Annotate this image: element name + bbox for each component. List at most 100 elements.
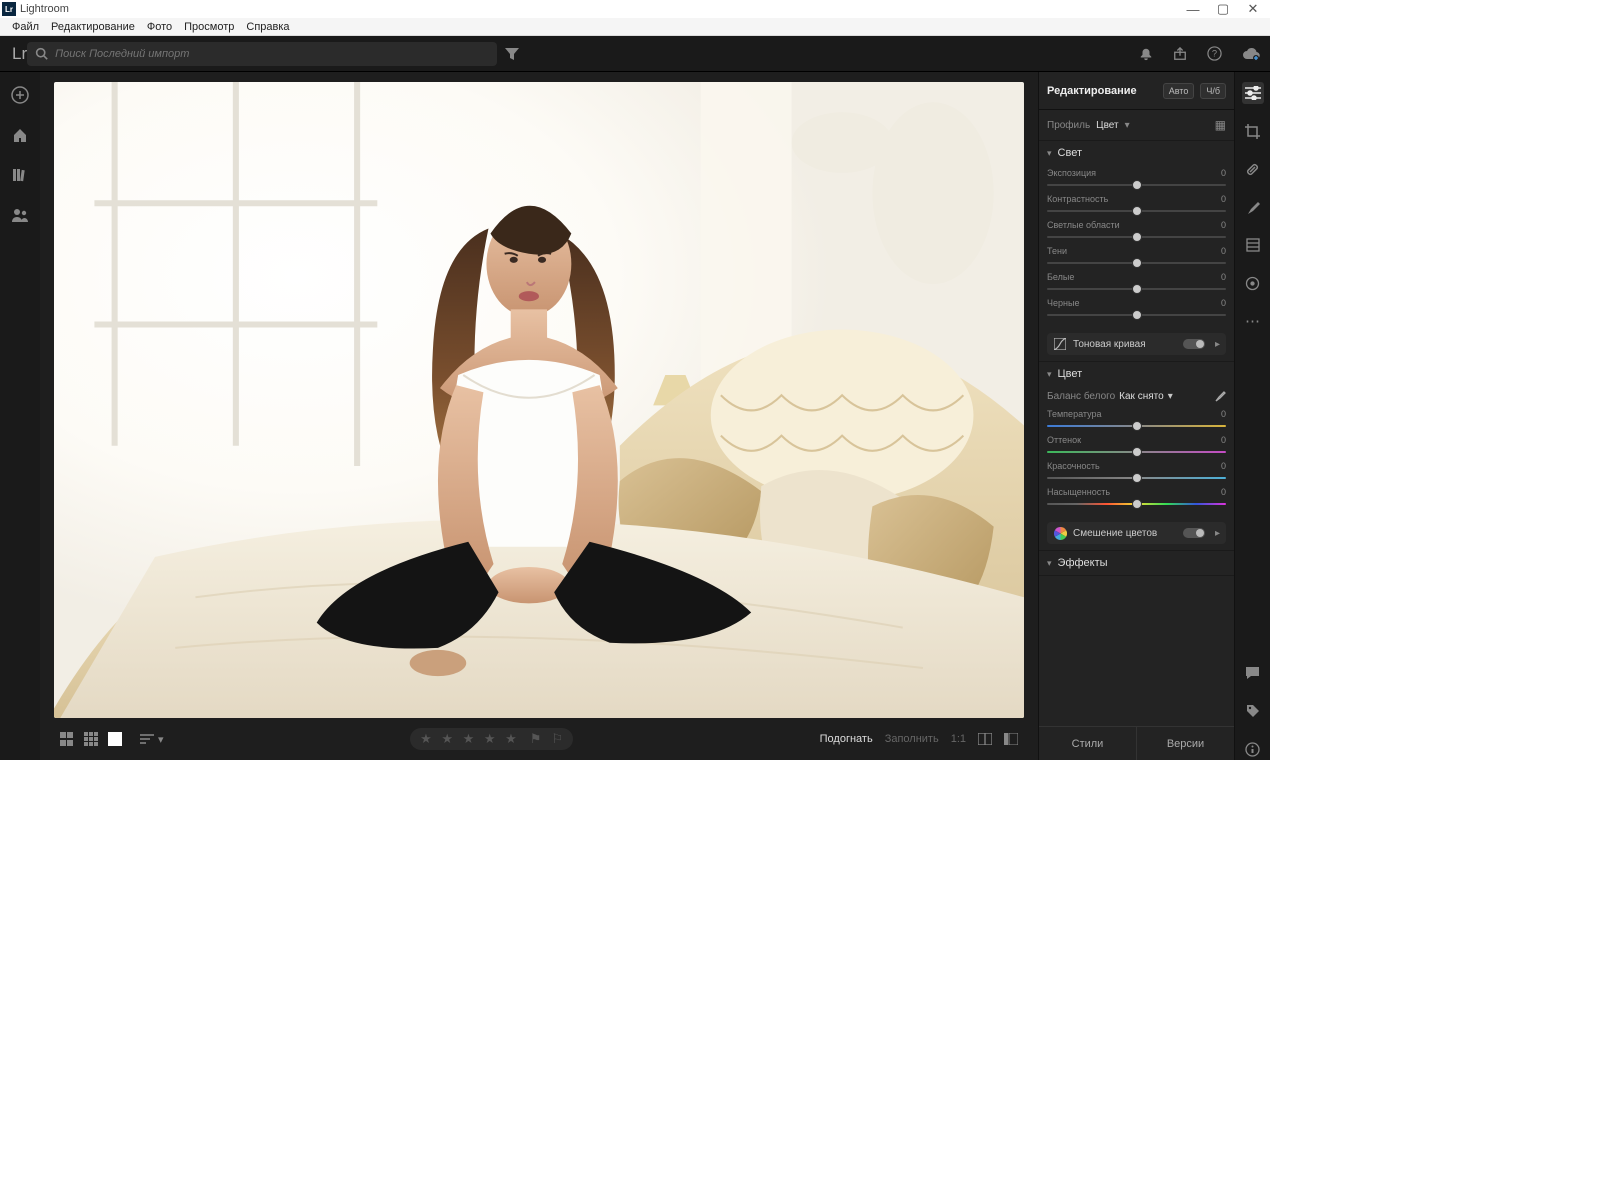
rating-stars[interactable]: ★ ★ ★ ★ ★ bbox=[420, 731, 520, 747]
flag-pick-icon[interactable]: ⚑ bbox=[530, 731, 542, 747]
section-light-header[interactable]: ▾ Свет bbox=[1039, 141, 1234, 165]
slider-thumb[interactable] bbox=[1132, 473, 1142, 483]
flag-reject-icon[interactable]: ⚐ bbox=[551, 731, 563, 747]
slider-highlights[interactable]: Светлые области0 bbox=[1047, 217, 1226, 243]
tab-styles[interactable]: Стили bbox=[1039, 727, 1136, 760]
slider-value: 0 bbox=[1221, 461, 1226, 471]
slider-thumb[interactable] bbox=[1132, 421, 1142, 431]
chevron-right-icon: ▸ bbox=[1215, 339, 1220, 350]
photo-canvas[interactable] bbox=[54, 82, 1024, 718]
canvas-area: ▾ ★ ★ ★ ★ ★ ⚑ ⚐ Подогнать Заполнить 1:1 bbox=[40, 72, 1038, 760]
maximize-button[interactable]: ▢ bbox=[1208, 1, 1238, 17]
slider-thumb[interactable] bbox=[1132, 258, 1142, 268]
slider-thumb[interactable] bbox=[1132, 232, 1142, 242]
edit-panel: Редактирование Авто Ч/б Профиль Цвет ▾ ▦… bbox=[1038, 72, 1234, 760]
zoom-fit-button[interactable]: Подогнать bbox=[820, 733, 873, 745]
filter-icon[interactable] bbox=[505, 48, 519, 60]
slider-blacks[interactable]: Черные0 bbox=[1047, 295, 1226, 321]
slider-temp[interactable]: Температура0 bbox=[1047, 406, 1226, 432]
menu-photo[interactable]: Фото bbox=[141, 21, 178, 33]
app-logo-icon: Lr bbox=[2, 2, 16, 16]
section-effects: ▾ Эффекты bbox=[1039, 551, 1234, 576]
menu-file[interactable]: Файл bbox=[6, 21, 45, 33]
comments-icon[interactable] bbox=[1242, 662, 1264, 684]
color-mixer-row[interactable]: Смешение цветов ▸ bbox=[1047, 522, 1226, 544]
library-icon[interactable] bbox=[11, 166, 29, 184]
eyedropper-icon[interactable] bbox=[1214, 390, 1226, 402]
slider-thumb[interactable] bbox=[1132, 499, 1142, 509]
bw-button[interactable]: Ч/б bbox=[1200, 83, 1226, 99]
white-balance-dropdown[interactable]: Баланс белого Как снято ▾ bbox=[1039, 386, 1234, 406]
slider-tint[interactable]: Оттенок0 bbox=[1047, 432, 1226, 458]
slider-thumb[interactable] bbox=[1132, 310, 1142, 320]
people-icon[interactable] bbox=[11, 206, 29, 224]
add-photos-icon[interactable] bbox=[11, 86, 29, 104]
panel-toggle-icon[interactable] bbox=[1004, 733, 1018, 745]
cloud-sync-icon[interactable] bbox=[1242, 47, 1260, 61]
healing-icon[interactable] bbox=[1242, 158, 1264, 180]
section-light: ▾ Свет Экспозиция0Контрастность0Светлые … bbox=[1039, 141, 1234, 362]
tone-curve-icon bbox=[1053, 337, 1067, 351]
tab-versions[interactable]: Версии bbox=[1137, 727, 1234, 760]
home-icon[interactable] bbox=[11, 126, 29, 144]
tone-curve-row[interactable]: Тоновая кривая ▸ bbox=[1047, 333, 1226, 355]
slider-label: Черные bbox=[1047, 298, 1079, 308]
search-input[interactable] bbox=[27, 42, 497, 66]
section-effects-header[interactable]: ▾ Эффекты bbox=[1039, 551, 1234, 575]
zoom-1to1-button[interactable]: 1:1 bbox=[951, 733, 966, 745]
chevron-down-icon: ▾ bbox=[158, 733, 164, 746]
tone-curve-toggle[interactable] bbox=[1183, 339, 1205, 349]
profile-browser-icon[interactable]: ▦ bbox=[1215, 118, 1226, 132]
chevron-down-icon: ▾ bbox=[1047, 558, 1052, 569]
slider-whites[interactable]: Белые0 bbox=[1047, 269, 1226, 295]
svg-text:?: ? bbox=[1212, 48, 1217, 58]
auto-button[interactable]: Авто bbox=[1163, 83, 1195, 99]
search-icon bbox=[35, 47, 48, 60]
brush-icon[interactable] bbox=[1242, 196, 1264, 218]
slider-thumb[interactable] bbox=[1132, 180, 1142, 190]
tool-rail: ⋯ bbox=[1234, 72, 1270, 760]
info-icon[interactable] bbox=[1242, 738, 1264, 760]
window-title: Lightroom bbox=[20, 3, 69, 15]
slider-contrast[interactable]: Контрастность0 bbox=[1047, 191, 1226, 217]
notifications-icon[interactable] bbox=[1139, 47, 1153, 61]
slider-shadows[interactable]: Тени0 bbox=[1047, 243, 1226, 269]
compare-view-icon[interactable] bbox=[978, 733, 992, 745]
color-mixer-toggle[interactable] bbox=[1183, 528, 1205, 538]
edit-sliders-icon[interactable] bbox=[1242, 82, 1264, 104]
menu-view[interactable]: Просмотр bbox=[178, 21, 240, 33]
section-color-header[interactable]: ▾ Цвет bbox=[1039, 362, 1234, 386]
slider-thumb[interactable] bbox=[1132, 447, 1142, 457]
slider-value: 0 bbox=[1221, 194, 1226, 204]
close-button[interactable]: ✕ bbox=[1238, 1, 1268, 17]
menu-edit[interactable]: Редактирование bbox=[45, 21, 141, 33]
single-view-button[interactable] bbox=[108, 732, 122, 746]
slider-label: Температура bbox=[1047, 409, 1102, 419]
share-icon[interactable] bbox=[1173, 47, 1187, 61]
more-icon[interactable]: ⋯ bbox=[1242, 310, 1264, 332]
menu-help[interactable]: Справка bbox=[240, 21, 295, 33]
slider-value: 0 bbox=[1221, 246, 1226, 256]
crop-icon[interactable] bbox=[1242, 120, 1264, 142]
help-icon[interactable]: ? bbox=[1207, 46, 1222, 61]
slider-vibrance[interactable]: Красочность0 bbox=[1047, 458, 1226, 484]
profile-row[interactable]: Профиль Цвет ▾ ▦ bbox=[1039, 110, 1234, 141]
slider-thumb[interactable] bbox=[1132, 284, 1142, 294]
small-grid-view-button[interactable] bbox=[84, 732, 102, 746]
minimize-button[interactable]: — bbox=[1178, 2, 1208, 17]
edit-panel-title: Редактирование bbox=[1047, 85, 1157, 97]
slider-label: Белые bbox=[1047, 272, 1074, 282]
zoom-fill-button[interactable]: Заполнить bbox=[885, 733, 939, 745]
slider-value: 0 bbox=[1221, 487, 1226, 497]
tag-icon[interactable] bbox=[1242, 700, 1264, 722]
slider-exposure[interactable]: Экспозиция0 bbox=[1047, 165, 1226, 191]
sort-button[interactable]: ▾ bbox=[140, 733, 164, 746]
chevron-right-icon: ▸ bbox=[1215, 528, 1220, 539]
slider-thumb[interactable] bbox=[1132, 206, 1142, 216]
slider-saturation[interactable]: Насыщенность0 bbox=[1047, 484, 1226, 510]
radial-gradient-icon[interactable] bbox=[1242, 272, 1264, 294]
lr-logo-text: Lr bbox=[12, 44, 27, 64]
grid-view-button[interactable] bbox=[60, 732, 78, 746]
top-bar: Lr ? bbox=[0, 36, 1270, 72]
linear-gradient-icon[interactable] bbox=[1242, 234, 1264, 256]
